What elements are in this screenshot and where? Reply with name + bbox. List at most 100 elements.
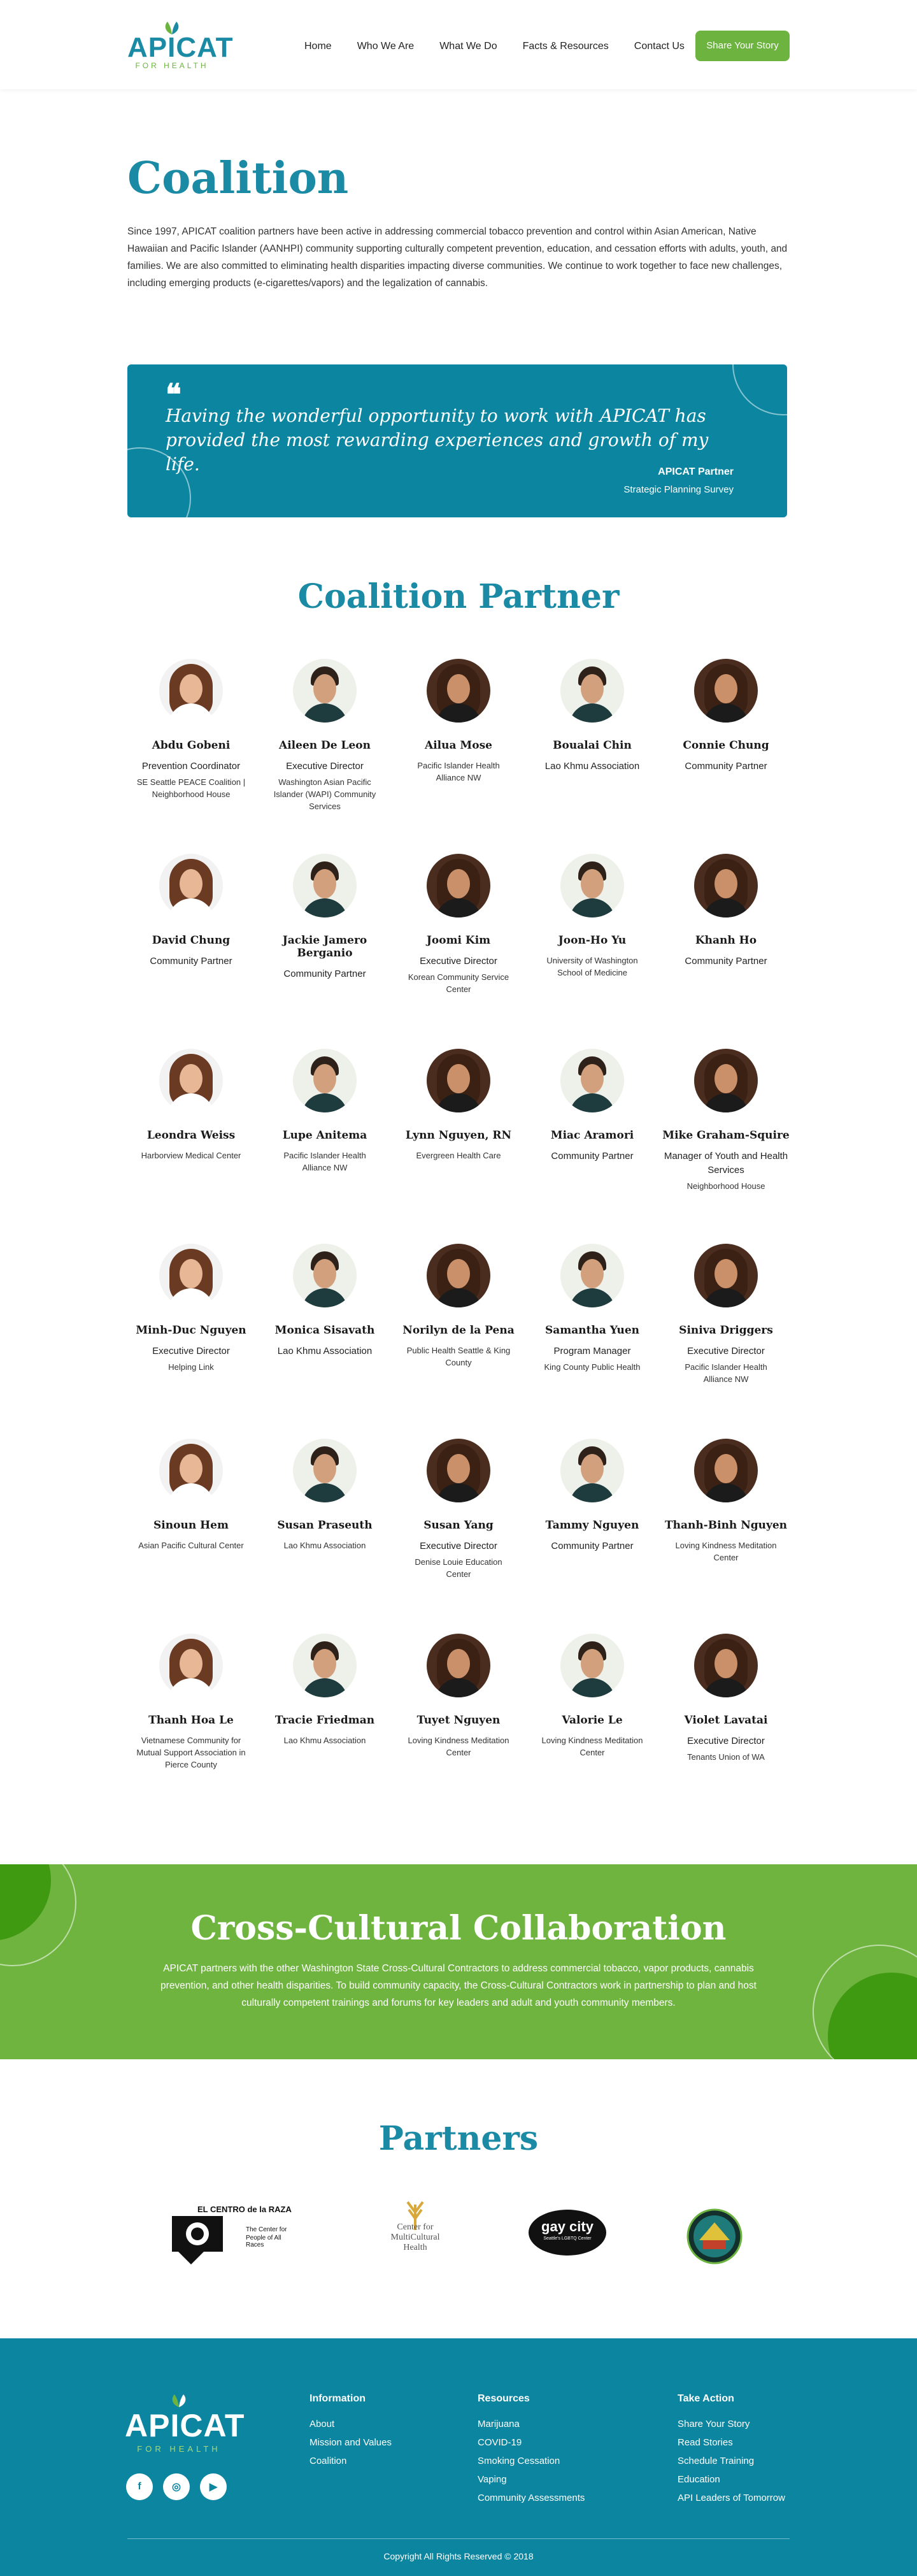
cmch-text: Center for	[397, 2222, 434, 2232]
partner-name: David Chung	[152, 934, 231, 947]
partner-photo	[694, 1049, 758, 1112]
footer-link-mission[interactable]: Mission and Values	[309, 2433, 392, 2452]
partner-name: Tuyet Nguyen	[416, 1714, 501, 1727]
partner-card: Lynn Nguyen, RN Evergreen Health Care	[395, 1049, 522, 1162]
partner-card: Ailua Mose Pacific Islander Health Allian…	[395, 659, 522, 784]
partner-photo	[560, 1439, 624, 1502]
share-your-story-button[interactable]: Share Your Story	[695, 31, 790, 61]
footer-resources: Resources Marijuana COVID-19 Smoking Ces…	[478, 2393, 585, 2507]
partner-organization: Loving Kindness Meditation Center	[408, 1736, 509, 1757]
partner-photo	[694, 1634, 758, 1697]
partner-row: Minh-Duc Nguyen Executive Director Helping…	[127, 1244, 790, 1439]
partner-organization: Loving Kindness Meditation Center	[541, 1736, 643, 1757]
partner-row: David Chung Community Partner Jackie Jamer…	[127, 854, 790, 1049]
partner-organization: Pacific Islander Health Alliance NW	[685, 1362, 767, 1384]
partner-name: Violet Lavatai	[684, 1714, 768, 1727]
partner-card: Norilyn de la Pena Public Health Seattle …	[395, 1244, 522, 1369]
gay-city-name: gay city	[541, 2219, 594, 2234]
footer-link-leaders[interactable]: API Leaders of Tomorrow	[678, 2489, 785, 2507]
partner-photo	[293, 659, 357, 723]
partner-photo	[694, 854, 758, 917]
partner-photo	[293, 1634, 357, 1697]
decorative-ring	[813, 1945, 917, 2059]
nav-home[interactable]: Home	[304, 41, 332, 52]
partner-name: Norilyn de la Pena	[402, 1324, 515, 1337]
partner-role: Lao Khmu Association	[544, 761, 640, 772]
partner-card: Thanh Hoa Le Vietnamese Community for Mut…	[127, 1634, 255, 1771]
footer-link-assessments[interactable]: Community Assessments	[478, 2489, 585, 2507]
cmch-logo[interactable]: Center for MultiCultural Health	[377, 2198, 453, 2268]
nav-facts-resources[interactable]: Facts & Resources	[523, 41, 609, 52]
partner-photo	[560, 1634, 624, 1697]
partner-organization: Helping Link	[168, 1362, 214, 1372]
cross-cultural-section: Cross-Cultural Collaboration APICAT part…	[0, 1864, 917, 2059]
site-header: APICAT FOR HEALTH Home Who We Are What W…	[0, 0, 917, 89]
nav-who-we-are[interactable]: Who We Are	[357, 41, 415, 52]
partner-name: Samantha Yuen	[545, 1324, 639, 1337]
partner-organization: SE Seattle PEACE Coalition | Neighborhoo…	[136, 777, 246, 799]
footer-link-about[interactable]: About	[309, 2415, 392, 2433]
footer-link-share-story[interactable]: Share Your Story	[678, 2415, 785, 2433]
footer-resources-title: Resources	[478, 2393, 530, 2404]
gay-city-tagline: Seattle's LGBTQ Center	[543, 2236, 592, 2241]
el-centro-logo[interactable]: EL CENTRO de la RAZA The Center for Peop…	[172, 2198, 299, 2268]
footer-link-schedule-training[interactable]: Schedule Training	[678, 2452, 785, 2470]
partner-name: Connie Chung	[683, 739, 769, 752]
partner-photo	[427, 1634, 490, 1697]
partner-photo	[560, 1244, 624, 1307]
footer-link-coalition[interactable]: Coalition	[309, 2452, 392, 2470]
facebook-icon[interactable]: f	[126, 2473, 153, 2500]
partner-card: Connie Chung Community Partner	[662, 659, 790, 774]
partner-logos: EL CENTRO de la RAZA The Center for Peop…	[0, 2179, 917, 2268]
partner-name: Susan Yang	[423, 1519, 494, 1532]
partner-name: Lynn Nguyen, RN	[405, 1129, 512, 1142]
nav-what-we-do[interactable]: What We Do	[439, 41, 497, 52]
youtube-icon[interactable]: ▶	[200, 2473, 227, 2500]
apicat-logo[interactable]: APICAT FOR HEALTH	[127, 20, 234, 70]
partner-role: Executive Director	[420, 956, 497, 967]
footer-take-action: Take Action Share Your Story Read Storie…	[678, 2393, 785, 2507]
partner-photo	[159, 854, 223, 917]
community-circle-logo[interactable]	[686, 2208, 743, 2264]
footer-link-education[interactable]: Education	[678, 2470, 785, 2489]
footer-link-vaping[interactable]: Vaping	[478, 2470, 585, 2489]
partner-name: Abdu Gobeni	[152, 739, 231, 752]
logo-name: APICAT	[127, 32, 234, 63]
footer-information: Information About Mission and Values Coa…	[309, 2393, 392, 2470]
partner-organization: Evergreen Health Care	[416, 1151, 501, 1160]
partner-name: Lupe Anitema	[282, 1129, 367, 1142]
intro-paragraph: Since 1997, APICAT coalition partners ha…	[127, 226, 788, 289]
partner-role: Community Partner	[685, 956, 767, 967]
partner-card: Susan Yang Executive Director Denise Louie…	[395, 1439, 522, 1580]
partner-name: Ailua Mose	[425, 739, 492, 752]
footer-link-cessation[interactable]: Smoking Cessation	[478, 2452, 585, 2470]
partner-card: Monica Sisavath Lao Khmu Association	[261, 1244, 388, 1358]
partner-name: Siniva Driggers	[679, 1324, 773, 1337]
partner-card: Jackie Jamero Berganio Community Partner	[261, 854, 388, 981]
gay-city-logo[interactable]: gay city Seattle's LGBTQ Center	[529, 2210, 606, 2256]
partner-name: Mike Graham-Squire	[662, 1129, 790, 1142]
footer-link-read-stories[interactable]: Read Stories	[678, 2433, 785, 2452]
partner-role: Executive Director	[286, 761, 364, 772]
instagram-icon[interactable]: ◎	[163, 2473, 190, 2500]
partner-role: Prevention Coordinator	[141, 761, 241, 772]
partner-photo	[159, 1049, 223, 1112]
partner-row: Abdu Gobeni Prevention Coordinator SE Seat…	[127, 659, 790, 854]
partner-card: Tuyet Nguyen Loving Kindness Meditation C…	[395, 1634, 522, 1759]
cmch-text: Health	[403, 2243, 427, 2252]
partner-card: Tracie Friedman Lao Khmu Association	[261, 1634, 388, 1746]
footer-link-covid[interactable]: COVID-19	[478, 2433, 585, 2452]
footer-link-marijuana[interactable]: Marijuana	[478, 2415, 585, 2433]
partner-photo	[694, 1244, 758, 1307]
partner-card: Valorie Le Loving Kindness Meditation Cen…	[529, 1634, 656, 1759]
partner-photo	[159, 659, 223, 723]
partner-row: Leondra Weiss Harborview Medical Center Lu…	[127, 1049, 790, 1244]
partner-name: Khanh Ho	[695, 934, 757, 947]
footer-logo[interactable]: APICAT FOR HEALTH	[125, 2393, 244, 2454]
footer-information-title: Information	[309, 2393, 366, 2404]
nav-contact-us[interactable]: Contact Us	[634, 41, 685, 52]
partner-name: Sinoun Hem	[153, 1519, 229, 1532]
partner-photo	[293, 1439, 357, 1502]
partner-photo	[427, 854, 490, 917]
partner-photo	[560, 854, 624, 917]
